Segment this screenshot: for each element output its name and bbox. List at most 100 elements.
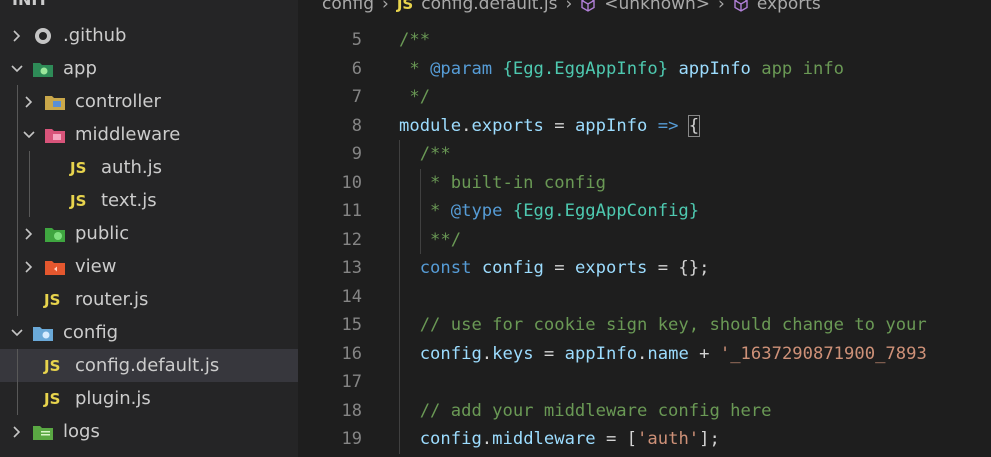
explorer-root-header[interactable]: INIT [12,0,48,12]
code-token: * [430,201,451,221]
code-token: = [543,115,575,136]
code-token: middleware [492,429,596,449]
public-folder-icon [44,224,66,244]
tree-item-logs[interactable]: logs [0,415,298,448]
line-number: 10 [341,172,362,193]
tree-item-middleware[interactable]: middleware [0,118,298,151]
line-number: 11 [341,201,362,221]
tree-item-label: config [63,322,119,343]
github-folder-icon [32,26,54,46]
indent-guide [29,151,30,217]
code-line[interactable]: // use for cookie sign key, should chang… [399,311,927,340]
js-file-icon: JS [396,0,414,13]
chevron-right-icon[interactable] [10,29,24,43]
code-token: appInfo [678,58,751,79]
code-token: . [637,343,648,364]
code-editor[interactable]: config › JS config.default.js › <unknown… [298,0,991,457]
breadcrumb-symbol-unknown[interactable]: <unknown> [604,0,710,14]
chevron-right-icon[interactable] [22,260,36,274]
line-number: 17 [341,372,362,392]
tree-item-github[interactable]: .github [0,19,298,52]
explorer-sidebar: INIT .github app controller middleware JS aut… [0,0,298,457]
code-line[interactable]: const config = exports = {}; [399,254,710,283]
code-indent-guide [420,168,421,254]
code-token: name [647,343,689,364]
breadcrumb-separator-icon: › [382,0,389,14]
tree-item-label: .github [63,25,127,46]
breadcrumb-file[interactable]: config.default.js [421,0,557,14]
code-token: { [687,114,701,137]
tree-item-label: public [75,223,130,244]
code-token: @param [430,58,493,79]
tree-item-label: controller [75,91,161,112]
code-token: /** [399,30,431,50]
code-token: {Egg.EggAppInfo} [502,58,669,79]
line-number: 5 [351,30,362,50]
breadcrumb-folder[interactable]: config [322,0,374,14]
chevron-right-icon[interactable] [10,425,24,439]
code-token: appInfo [574,115,648,136]
line-number: 6 [351,58,362,79]
code-token: = [ [595,429,638,449]
code-token: app info [750,58,845,79]
code-token: * [409,58,431,79]
code-line[interactable]: /** [399,26,430,55]
code-line[interactable]: * @param {Egg.EggAppInfo} appInfo app in… [399,55,844,84]
tree-item-label: auth.js [101,157,163,178]
code-token: config [419,429,482,449]
code-line[interactable]: config.keys = appInfo.name + '_163729087… [399,340,927,369]
indent-guide [17,349,18,415]
tree-item-text-js[interactable]: JS text.js [0,184,298,217]
code-line[interactable]: module.exports = appInfo => { [399,112,701,141]
chevron-down-icon[interactable] [10,62,24,76]
tree-item-app[interactable]: app [0,52,298,85]
line-number: 13 [341,258,362,278]
tree-item-controller[interactable]: controller [0,85,298,118]
code-line[interactable]: **/ [399,226,461,255]
code-line[interactable]: // add your middleware config here [399,397,772,426]
view-folder-icon [44,257,66,277]
code-line[interactable]: */ [399,83,430,112]
code-token: = [533,343,565,364]
line-number: 14 [341,286,362,307]
tree-item-plugin-js[interactable]: JS plugin.js [0,382,298,415]
line-number: 8 [351,115,362,136]
tree-item-label: router.js [75,289,149,310]
chevron-right-icon[interactable] [22,227,36,241]
middleware-folder-icon [44,125,66,145]
line-number: 19 [341,429,362,449]
controller-folder-icon [44,92,66,112]
code-line[interactable]: /** [399,140,451,169]
code-token: // use for cookie sign key, should chang… [419,315,927,335]
tree-item-auth-js[interactable]: JS auth.js [0,151,298,184]
code-token: => [657,115,679,136]
tree-item-label: plugin.js [75,388,151,409]
tree-item-view[interactable]: view [0,250,298,283]
code-line[interactable]: * @type {Egg.EggAppConfig} [399,197,699,226]
breadcrumb-symbol-exports[interactable]: exports [757,0,821,14]
code-token: = [543,258,575,278]
code-token: @type [450,201,503,221]
app-folder-icon [32,59,54,79]
chevron-down-icon[interactable] [10,326,24,340]
tree-item-config-default-js[interactable]: JS config.default.js [0,349,298,382]
tree-item-router-js[interactable]: JS router.js [0,283,298,316]
tree-item-config[interactable]: config [0,316,298,349]
code-line[interactable]: config.middleware = ['auth']; [399,425,720,454]
js-file-icon: JS [44,389,61,408]
code-token: . [481,343,493,364]
indent-guide [17,85,18,316]
chevron-right-icon[interactable] [22,95,36,109]
code-token: = {}; [647,258,710,278]
chevron-down-icon[interactable] [22,128,36,142]
line-number: 9 [351,144,362,164]
code-line[interactable]: * built-in config [399,169,606,198]
tree-item-public[interactable]: public [0,217,298,250]
code-token: . [461,115,472,136]
